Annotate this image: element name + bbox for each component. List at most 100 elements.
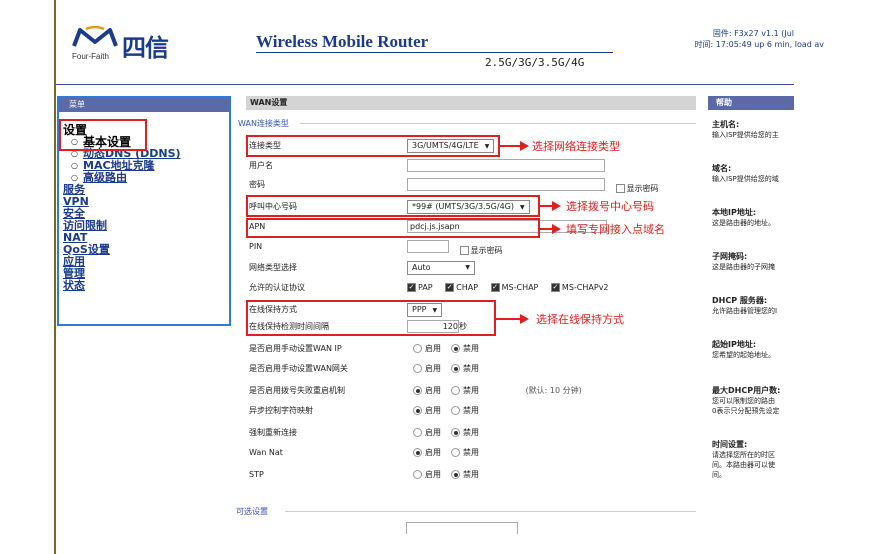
pap-label: PAP — [418, 283, 433, 292]
annotation-conn-type: 选择网络连接类型 — [532, 140, 620, 153]
show-password-checkbox[interactable] — [615, 184, 625, 193]
arrow-head-icon — [552, 201, 561, 211]
help-heading: DHCP 服务器: — [712, 296, 768, 305]
title-underline — [256, 52, 613, 53]
sidebar-item-status[interactable]: 状态 — [63, 280, 181, 292]
help-text: 0表示只分配预先设定 — [712, 407, 780, 415]
enable-label: 启用 — [425, 448, 441, 457]
help-heading: 最大DHCP用户数: — [712, 386, 781, 395]
wannat-disable-radio[interactable] — [451, 448, 460, 457]
stp-disable-radio[interactable] — [451, 470, 460, 479]
net-type-label: 网络类型选择 — [249, 263, 297, 272]
help-hostname: 主机名: 输入ISP提供给您的主 — [712, 120, 794, 140]
sidebar-item-advanced-routing[interactable]: 高级路由 — [63, 172, 181, 185]
highlight-dial — [246, 195, 540, 217]
enable-label: 启用 — [425, 344, 441, 353]
logo-mark-icon — [72, 26, 118, 47]
pin-input[interactable] — [407, 240, 449, 253]
highlight-basic-settings — [59, 119, 147, 151]
manual-gw-disable-radio[interactable] — [451, 364, 460, 373]
pap-checkbox[interactable]: ✓ — [407, 283, 416, 292]
reboot-enable-radio[interactable] — [413, 386, 422, 395]
optional-input[interactable] — [406, 522, 518, 534]
help-time: 时间设置: 请选择您所在的时区 间。本路由器可以使 间。 — [712, 440, 794, 480]
manual-ip-disable-radio[interactable] — [451, 344, 460, 353]
disable-label: 禁用 — [463, 470, 479, 479]
wannat-enable-radio[interactable] — [413, 448, 422, 457]
show-password-label: 显示密码 — [626, 184, 659, 193]
fieldset-line — [300, 123, 696, 124]
band-support: 2.5G/3G/3.5G/4G — [485, 56, 585, 69]
help-text: 间。 — [712, 471, 726, 479]
arrow-head-icon — [520, 314, 529, 324]
highlight-apn — [246, 218, 540, 238]
arrow-line — [496, 318, 522, 320]
async-enable-radio[interactable] — [413, 406, 422, 415]
logo-en-text: Four-Faith — [72, 52, 109, 61]
chap-checkbox[interactable]: ✓ — [445, 283, 455, 292]
force-label: 强制重新连接 — [249, 428, 297, 437]
mschapv2-label: MS-CHAPv2 — [561, 283, 609, 292]
enable-label: 启用 — [425, 386, 441, 395]
help-heading: 主机名: — [712, 120, 740, 129]
help-heading: 域名: — [712, 164, 732, 173]
wan-type-legend: WAN连接类型 — [238, 119, 289, 128]
disable-label: 禁用 — [463, 386, 479, 395]
help-heading: 起始IP地址: — [712, 340, 757, 349]
disable-label: 禁用 — [463, 344, 479, 353]
help-text: 您希望的起始地址。 — [712, 351, 775, 359]
header-divider — [56, 84, 794, 85]
help-text: 输入ISP提供给您的主 — [712, 131, 779, 139]
mschap-checkbox[interactable]: ✓ — [490, 283, 500, 292]
username-input[interactable] — [407, 159, 605, 172]
enable-label: 启用 — [425, 364, 441, 373]
help-dhcp: DHCP 服务器: 允许路由器管理您的I — [712, 296, 794, 316]
help-subnet: 子网掩码: 这是路由器的子网掩 — [712, 252, 794, 272]
help-text: 间。本路由器可以使 — [712, 461, 775, 469]
pin-label: PIN — [249, 242, 263, 251]
help-heading: 时间设置: — [712, 440, 748, 449]
highlight-conn-type — [246, 135, 500, 157]
optional-settings-legend: 可选设置 — [236, 507, 268, 516]
username-label: 用户名 — [249, 161, 273, 170]
wannat-label: Wan Nat — [249, 448, 283, 457]
help-text: 输入ISP提供给您的域 — [712, 175, 779, 183]
highlight-keepalive — [246, 300, 496, 336]
manual-ip-enable-radio[interactable] — [413, 344, 422, 353]
disable-label: 禁用 — [463, 448, 479, 457]
enable-label: 启用 — [425, 428, 441, 437]
firmware-info: 固件: F3x27 v1.1 (Jul 时间: 17:05:49 up 6 mi… — [695, 28, 824, 50]
annotation-keepalive: 选择在线保持方式 — [536, 313, 624, 326]
password-input[interactable] — [407, 178, 605, 191]
force-disable-radio[interactable] — [451, 428, 460, 437]
help-start-ip: 起始IP地址: 您希望的起始地址。 — [712, 340, 794, 360]
manual-ip-label: 是否启用手动设置WAN IP — [249, 344, 342, 353]
stp-enable-radio[interactable] — [413, 470, 422, 479]
help-text: 这是路由器的子网掩 — [712, 263, 775, 271]
page-title: WAN设置 — [246, 96, 696, 110]
password-label: 密码 — [249, 180, 265, 189]
logo-cn-text: 四信 — [122, 34, 169, 62]
uptime-info: 时间: 17:05:49 up 6 min, load av — [694, 40, 824, 49]
net-type-value: Auto — [412, 263, 431, 272]
manual-gw-enable-radio[interactable] — [413, 364, 422, 373]
arrow-head-icon — [552, 224, 561, 234]
fieldset-line — [285, 511, 696, 512]
async-disable-radio[interactable] — [451, 406, 460, 415]
net-type-select[interactable]: Auto ▼ — [407, 261, 475, 275]
show-pin-checkbox[interactable] — [459, 246, 469, 255]
force-enable-radio[interactable] — [413, 428, 422, 437]
enable-label: 启用 — [425, 406, 441, 415]
arrow-line — [500, 145, 522, 147]
mschap-label: MS-CHAP — [501, 283, 539, 292]
mschapv2-checkbox[interactable]: ✓ — [550, 283, 560, 292]
reboot-disable-radio[interactable] — [451, 386, 460, 395]
enable-label: 启用 — [425, 470, 441, 479]
async-label: 异步控制字符映射 — [249, 406, 313, 415]
annotation-dial: 选择拨号中心号码 — [566, 200, 654, 213]
reboot-hint: (默认: 10 分钟) — [525, 386, 582, 395]
help-text: 您可以限制您的路由 — [712, 397, 775, 405]
help-domain: 域名: 输入ISP提供给您的域 — [712, 164, 794, 184]
help-text: 允许路由器管理您的I — [712, 307, 778, 315]
reboot-label: 是否启用拨号失败重启机制 — [249, 386, 345, 395]
